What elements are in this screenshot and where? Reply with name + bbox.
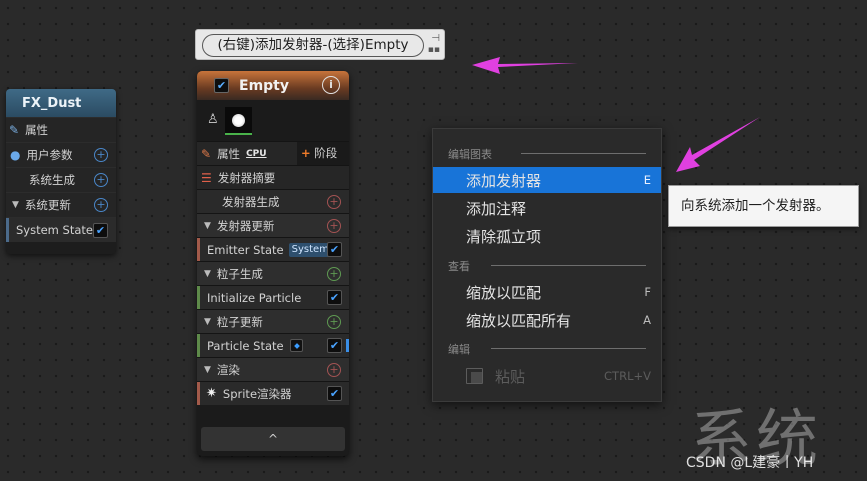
arrow-to-hint-pill [472,57,578,74]
watermark-credit: CSDN @L建豪丨YH [686,455,814,471]
arrow-to-tooltip [676,117,760,172]
